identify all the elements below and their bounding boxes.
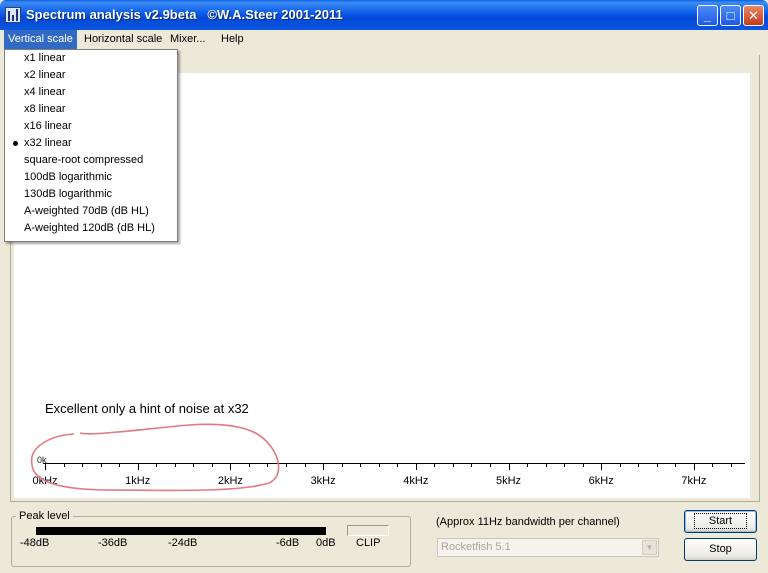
menu-option-100db-log[interactable]: 100dB logarithmic bbox=[5, 169, 177, 186]
minor-tick bbox=[156, 464, 158, 467]
menu-mixer[interactable]: Mixer... bbox=[166, 30, 209, 49]
major-tick bbox=[45, 464, 46, 470]
minor-tick bbox=[656, 464, 658, 467]
menu-option-x2-linear[interactable]: x2 linear bbox=[5, 67, 177, 84]
menu-option-x4-linear[interactable]: x4 linear bbox=[5, 84, 177, 101]
selected-bullet-icon bbox=[13, 141, 18, 146]
minor-tick bbox=[267, 464, 269, 467]
minor-tick bbox=[82, 464, 84, 467]
tick-label: 2kHz bbox=[217, 475, 243, 487]
device-select[interactable]: Rocketfish 5.1 ▼ bbox=[437, 538, 659, 557]
start-button[interactable]: Start bbox=[684, 510, 757, 533]
frequency-axis bbox=[43, 463, 745, 464]
minor-tick bbox=[582, 464, 584, 467]
menu-option-x32-linear[interactable]: x32 linear bbox=[5, 135, 177, 152]
minor-tick bbox=[638, 464, 640, 467]
minor-tick bbox=[730, 464, 732, 467]
annotation-text: Excellent only a hint of noise at x32 bbox=[45, 401, 249, 416]
minor-tick bbox=[119, 464, 121, 467]
tick-label: 7kHz bbox=[681, 475, 707, 487]
clip-label: CLIP bbox=[356, 537, 381, 549]
menu-option-a-weighted-70db[interactable]: A-weighted 70dB (dB HL) bbox=[5, 203, 177, 220]
major-tick bbox=[601, 464, 603, 470]
vertical-scale-menu: x1 linear x2 linear x4 linear x8 linear … bbox=[4, 49, 178, 242]
minor-tick bbox=[397, 464, 399, 467]
app-icon[interactable] bbox=[5, 7, 21, 23]
menu-option-sqrt-compressed[interactable]: square-root compressed bbox=[5, 152, 177, 169]
tick-label: 6kHz bbox=[588, 475, 614, 487]
menu-help[interactable]: Help bbox=[217, 30, 248, 49]
tick-label: 3kHz bbox=[310, 475, 336, 487]
stop-button[interactable]: Stop bbox=[684, 538, 757, 561]
title-bar[interactable]: Spectrum analysis v2.9beta ©W.A.Steer 20… bbox=[0, 0, 768, 30]
minor-tick bbox=[360, 464, 362, 467]
menu-horizontal-scale[interactable]: Horizontal scale bbox=[80, 30, 166, 49]
minor-tick bbox=[193, 464, 195, 467]
minor-tick bbox=[100, 464, 102, 467]
maximize-button[interactable]: □ bbox=[720, 5, 741, 26]
tick-label: 0kHz bbox=[32, 475, 58, 487]
peak-scale-label: -24dB bbox=[168, 537, 198, 549]
minor-tick bbox=[712, 464, 714, 467]
menu-option-a-weighted-120db[interactable]: A-weighted 120dB (dB HL) bbox=[5, 220, 177, 237]
peak-level-group bbox=[11, 516, 411, 567]
menu-option-x8-linear[interactable]: x8 linear bbox=[5, 101, 177, 118]
bandwidth-note: (Approx 11Hz bandwidth per channel) bbox=[436, 516, 620, 528]
peak-level-meter bbox=[36, 527, 326, 535]
menu-option-130db-log[interactable]: 130dB logarithmic bbox=[5, 186, 177, 203]
minimize-button[interactable]: _ bbox=[697, 5, 718, 26]
minor-tick bbox=[63, 464, 65, 467]
minor-tick bbox=[341, 464, 343, 467]
tick-label: 4kHz bbox=[403, 475, 429, 487]
menu-option-x16-linear[interactable]: x16 linear bbox=[5, 118, 177, 135]
major-tick bbox=[230, 464, 232, 470]
minor-tick bbox=[619, 464, 621, 467]
minor-tick bbox=[434, 464, 436, 467]
window-title: Spectrum analysis v2.9beta ©W.A.Steer 20… bbox=[26, 7, 343, 22]
peak-scale-label: -48dB bbox=[20, 537, 50, 549]
tick-label: 1kHz bbox=[125, 475, 151, 487]
minor-tick bbox=[545, 464, 547, 467]
tick-label: 5kHz bbox=[495, 475, 522, 487]
device-select-value: Rocketfish 5.1 bbox=[441, 541, 511, 553]
major-tick bbox=[508, 464, 510, 470]
major-tick bbox=[415, 464, 417, 470]
minor-tick bbox=[378, 464, 380, 467]
minor-tick bbox=[471, 464, 473, 467]
minor-tick bbox=[248, 464, 250, 467]
close-button[interactable]: ✕ bbox=[743, 5, 764, 26]
minor-tick bbox=[452, 464, 454, 467]
peak-scale-label: 0dB bbox=[316, 537, 336, 549]
clip-indicator bbox=[347, 525, 389, 536]
minor-tick bbox=[527, 464, 529, 467]
major-tick bbox=[323, 464, 325, 470]
menu-option-x1-linear[interactable]: x1 linear bbox=[5, 50, 177, 67]
menu-bar: Vertical scale Horizontal scale Mixer...… bbox=[0, 30, 768, 49]
minor-tick bbox=[675, 464, 677, 467]
peak-scale-label: -6dB bbox=[276, 537, 300, 549]
major-tick bbox=[693, 464, 695, 470]
peak-scale-label: -36dB bbox=[98, 537, 128, 549]
minor-tick bbox=[286, 464, 288, 467]
menu-vertical-scale[interactable]: Vertical scale bbox=[4, 30, 77, 49]
minor-tick bbox=[304, 464, 306, 467]
minor-tick bbox=[564, 464, 566, 467]
chevron-down-icon[interactable]: ▼ bbox=[642, 540, 657, 555]
major-tick bbox=[137, 464, 139, 470]
minor-tick bbox=[174, 464, 176, 467]
peak-level-legend: Peak level bbox=[16, 510, 73, 522]
minor-tick bbox=[489, 464, 491, 467]
minor-tick bbox=[211, 464, 213, 467]
